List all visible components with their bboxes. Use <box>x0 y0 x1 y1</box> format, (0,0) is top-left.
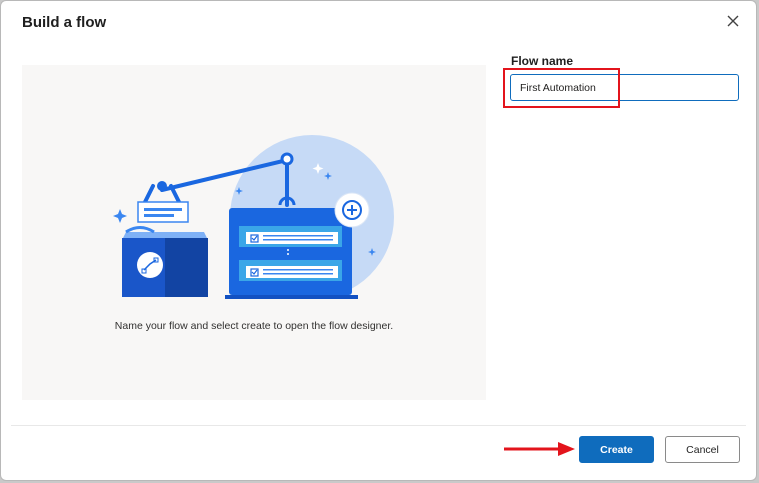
create-button[interactable]: Create <box>579 436 654 463</box>
close-icon[interactable] <box>724 12 742 30</box>
build-flow-dialog: Build a flow Name your flow and select c… <box>0 0 757 481</box>
illustration-caption: Name your flow and select create to open… <box>114 320 394 332</box>
illustration-panel: Name your flow and select create to open… <box>22 65 486 400</box>
robot-arm-automation-illustration <box>113 135 394 299</box>
cancel-button[interactable]: Cancel <box>665 436 740 463</box>
annotation-arrow-icon <box>504 442 575 456</box>
dialog-title: Build a flow <box>22 14 107 31</box>
flow-name-label: Flow name <box>511 54 574 68</box>
footer-divider <box>11 425 746 426</box>
flow-name-input[interactable] <box>510 74 739 101</box>
